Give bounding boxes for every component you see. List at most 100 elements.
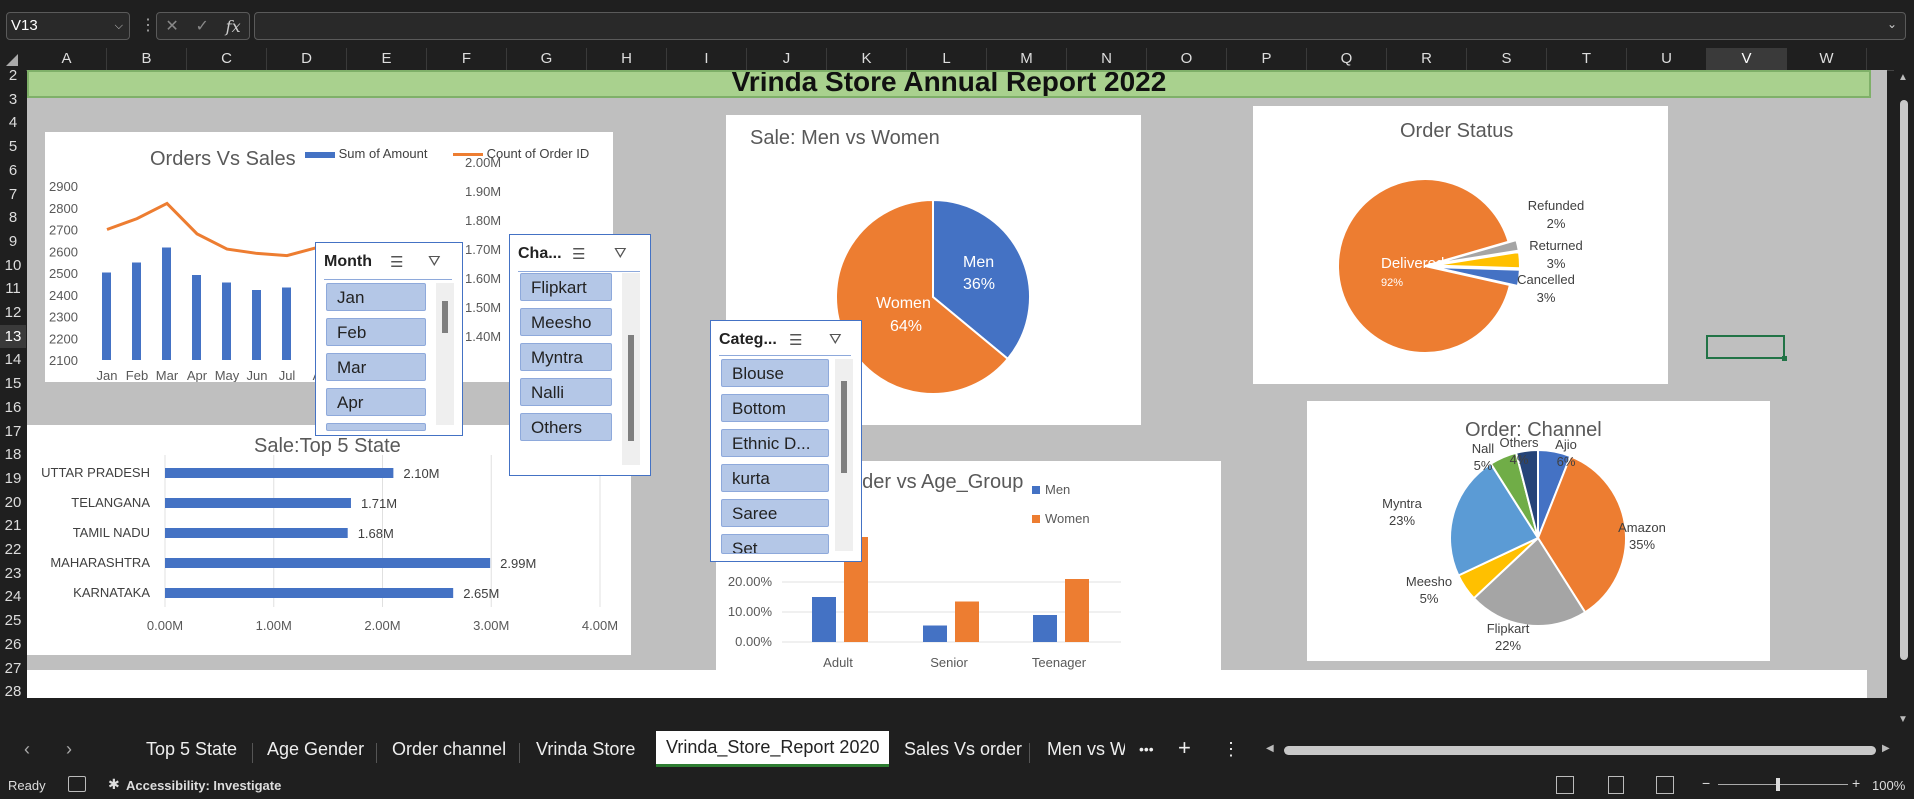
selected-cell[interactable] xyxy=(1706,335,1787,361)
tab-vrinda-store-report[interactable]: Vrinda_Store_Report 2020 xyxy=(656,731,890,767)
scrollbar-thumb[interactable] xyxy=(1900,100,1908,660)
tab-options-icon[interactable]: ⋮ xyxy=(1222,739,1240,760)
next-sheet-icon[interactable]: › xyxy=(66,739,72,760)
slicer-item[interactable]: Jan xyxy=(326,283,426,311)
month-slicer[interactable]: Month ☰ ⛛ Jan Feb Mar Apr xyxy=(315,242,463,436)
slicer-scrollbar[interactable] xyxy=(436,283,454,425)
more-options-icon[interactable]: ⋮ xyxy=(140,15,156,35)
channel-slicer[interactable]: Cha... ☰ ⛛ Flipkart Meesho Myntra Nalli … xyxy=(509,234,651,476)
tab-sales-vs-order[interactable]: Sales Vs order xyxy=(904,739,1022,760)
fill-handle[interactable] xyxy=(1782,356,1787,361)
slicer-scrollbar[interactable] xyxy=(835,359,853,551)
formula-input[interactable]: ⌄ xyxy=(254,12,1906,40)
column-header-f[interactable]: F xyxy=(427,48,507,70)
tab-top-5-state[interactable]: Top 5 State xyxy=(146,739,237,760)
column-header-j[interactable]: J xyxy=(747,48,827,70)
column-header-n[interactable]: N xyxy=(1067,48,1147,70)
insert-function-icon[interactable]: fx xyxy=(226,17,241,36)
clear-filter-icon[interactable]: ⛛ xyxy=(614,245,627,262)
row-header-7[interactable]: 7 xyxy=(0,183,26,206)
more-tabs-icon[interactable]: ••• xyxy=(1139,741,1154,757)
scroll-up-icon[interactable]: ▲ xyxy=(1898,72,1908,83)
row-header-25[interactable]: 25 xyxy=(0,609,26,632)
tab-order-channel[interactable]: Order channel xyxy=(392,739,506,760)
category-slicer[interactable]: Categ... ☰ ⛛ Blouse Bottom Ethnic D... k… xyxy=(710,320,862,562)
chevron-down-icon[interactable]: ⌵ xyxy=(115,13,123,39)
page-layout-view-icon[interactable] xyxy=(1608,776,1624,794)
normal-view-icon[interactable] xyxy=(1556,776,1574,794)
slicer-item-partial[interactable] xyxy=(326,423,426,431)
column-header-m[interactable]: M xyxy=(987,48,1067,70)
row-header-22[interactable]: 22 xyxy=(0,538,26,561)
column-header-h[interactable]: H xyxy=(587,48,667,70)
horizontal-scrollbar[interactable]: ◀ ▶ xyxy=(1266,743,1896,757)
previous-sheet-icon[interactable]: ‹ xyxy=(24,739,30,760)
zoom-in-icon[interactable]: + xyxy=(1852,775,1860,791)
column-header-a[interactable]: A xyxy=(27,48,107,70)
slicer-item[interactable]: Mar xyxy=(326,353,426,381)
order-status-chart[interactable]: Order Status Delivered 92% Refunded 2% Retur… xyxy=(1253,106,1668,384)
row-header-3[interactable]: 3 xyxy=(0,88,26,111)
slicer-item[interactable]: Apr xyxy=(326,388,426,416)
vertical-scrollbar[interactable]: ▲ ▼ xyxy=(1894,70,1914,730)
column-header-d[interactable]: D xyxy=(267,48,347,70)
column-header-q[interactable]: Q xyxy=(1307,48,1387,70)
slicer-item[interactable]: Saree xyxy=(721,499,829,527)
slicer-item[interactable]: Ethnic D... xyxy=(721,429,829,457)
macro-recording-icon[interactable] xyxy=(68,776,86,792)
column-header-o[interactable]: O xyxy=(1147,48,1227,70)
slicer-item[interactable]: Myntra xyxy=(520,343,612,371)
slicer-item[interactable]: Flipkart xyxy=(520,273,612,301)
scrollbar-thumb[interactable] xyxy=(841,381,847,473)
row-header-6[interactable]: 6 xyxy=(0,159,26,182)
row-header-16[interactable]: 16 xyxy=(0,396,26,419)
expand-formula-icon[interactable]: ⌄ xyxy=(1887,17,1897,31)
name-box[interactable]: V13 ⌵ xyxy=(6,12,130,40)
slicer-scrollbar[interactable] xyxy=(622,273,640,465)
page-break-view-icon[interactable] xyxy=(1656,776,1674,794)
column-header-r[interactable]: R xyxy=(1387,48,1467,70)
zoom-slider[interactable] xyxy=(1718,784,1848,785)
slicer-item[interactable]: kurta xyxy=(721,464,829,492)
column-header-s[interactable]: S xyxy=(1467,48,1547,70)
tab-men-vs-women[interactable]: Men vs Wo xyxy=(1047,739,1125,760)
multi-select-icon[interactable]: ☰ xyxy=(789,331,802,349)
slicer-item[interactable]: Bottom xyxy=(721,394,829,422)
column-header-c[interactable]: C xyxy=(187,48,267,70)
column-header-v[interactable]: V xyxy=(1707,48,1787,72)
row-header-28[interactable]: 28 xyxy=(0,680,26,703)
column-header-u[interactable]: U xyxy=(1627,48,1707,70)
zoom-out-icon[interactable]: − xyxy=(1702,775,1710,791)
clear-filter-icon[interactable]: ⛛ xyxy=(428,253,441,270)
accessibility-status[interactable]: Accessibility: Investigate xyxy=(126,778,281,793)
scroll-down-icon[interactable]: ▼ xyxy=(1898,714,1908,725)
slicer-item[interactable]: Meesho xyxy=(520,308,612,336)
column-header-e[interactable]: E xyxy=(347,48,427,70)
column-header-l[interactable]: L xyxy=(907,48,987,70)
row-header-23[interactable]: 23 xyxy=(0,562,26,585)
row-header-10[interactable]: 10 xyxy=(0,254,26,277)
row-header-24[interactable]: 24 xyxy=(0,585,26,608)
row-header-12[interactable]: 12 xyxy=(0,301,26,324)
row-header-4[interactable]: 4 xyxy=(0,111,26,134)
row-header-18[interactable]: 18 xyxy=(0,443,26,466)
slicer-item[interactable]: Others xyxy=(520,413,612,441)
column-header-t[interactable]: T xyxy=(1547,48,1627,70)
enter-icon[interactable]: ✓ xyxy=(196,16,209,36)
row-header-2[interactable]: 2 xyxy=(0,64,26,87)
row-header-19[interactable]: 19 xyxy=(0,467,26,490)
clear-filter-icon[interactable]: ⛛ xyxy=(829,331,842,348)
row-header-13[interactable]: 13 xyxy=(0,324,26,348)
scrollbar-thumb[interactable] xyxy=(442,301,448,333)
zoom-level[interactable]: 100% xyxy=(1872,778,1905,793)
row-header-21[interactable]: 21 xyxy=(0,514,26,537)
multi-select-icon[interactable]: ☰ xyxy=(390,253,403,271)
row-header-8[interactable]: 8 xyxy=(0,206,26,229)
slicer-item[interactable]: Feb xyxy=(326,318,426,346)
scroll-left-icon[interactable]: ◀ xyxy=(1266,743,1274,754)
column-header-k[interactable]: K xyxy=(827,48,907,70)
zoom-slider-thumb[interactable] xyxy=(1776,778,1780,791)
slicer-item[interactable]: Set xyxy=(721,534,829,554)
row-header-11[interactable]: 11 xyxy=(0,277,26,300)
tab-vrinda-store[interactable]: Vrinda Store xyxy=(536,739,635,760)
